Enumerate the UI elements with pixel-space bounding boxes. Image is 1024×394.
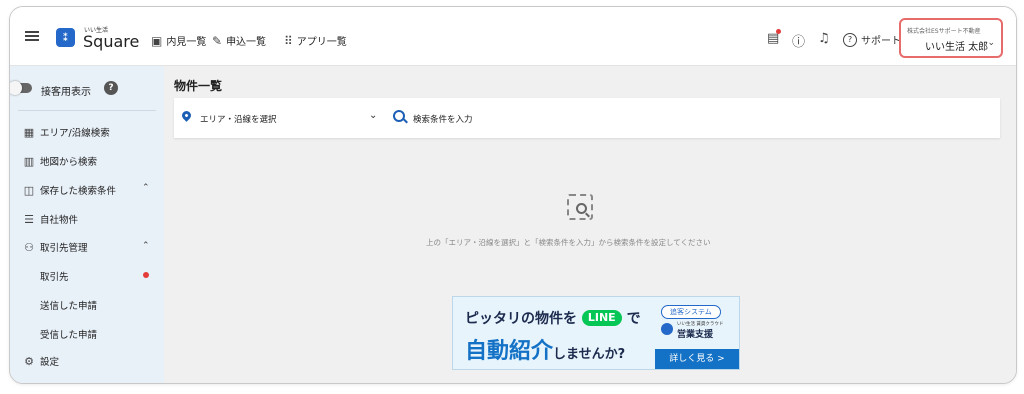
pen-icon: ✎ [212,33,223,48]
nav-label: 申込一覧 [226,37,267,48]
message-badge [776,29,781,34]
service-name: 営業支援 [677,330,714,340]
list-icon: ☰ [24,212,34,226]
user-name: いい生活 太郎 [925,42,989,53]
apps-grid-icon: ⠿ [284,33,293,48]
help-circle-icon: ? [843,32,857,47]
chevron-down-icon: ⌄ [987,38,995,48]
map-icon: ▥ [23,154,35,168]
chevron-down-icon[interactable]: ⌄ [369,110,377,121]
search-empty-icon [567,194,593,220]
search-conditions-input[interactable]: 検索条件を入力 [413,113,473,125]
service-logo-icon [661,323,673,335]
banner-line2-small: しませんか? [553,347,626,362]
people-icon: ⚇ [24,240,34,254]
location-pin-icon [180,109,193,122]
top-bar: ⁑ いい生活 Square ▣ 内見一覧 ✎ 申込一覧 ⠿ アプリ一覧 ▤ ⓘ … [10,7,1016,66]
sidebar-item-partner-management[interactable]: ⚇ 取引先管理 [23,240,88,255]
chevron-up-icon[interactable]: ⌃ [142,241,150,251]
help-icon[interactable]: ? [104,81,118,95]
sidebar: 接客用表示 ? ▦ エリア/沿線検索 ▥ 地図から検索 ◫ 保存した検索条件 ⌃… [10,66,164,383]
sidebar-item-label: 地図から検索 [40,157,98,168]
customer-view-label: 接客用表示 [41,87,91,98]
line-badge: LINE [581,310,622,326]
banner-line1-pre: ピッタリの物件を [465,311,577,327]
nav-label: 内見一覧 [166,37,207,48]
saved-search-icon: ◫ [23,183,35,197]
sidebar-subitem-sent-requests[interactable]: 送信した申請 [40,298,97,312]
app-window: ⁑ いい生活 Square ▣ 内見一覧 ✎ 申込一覧 ⠿ アプリ一覧 ▤ ⓘ … [9,6,1017,384]
search-icon [393,110,405,122]
sidebar-item-settings[interactable]: ⚙ 設定 [23,354,60,369]
info-icon[interactable]: ⓘ [792,31,805,50]
nav-label: アプリ一覧 [296,37,347,48]
bell-icon[interactable]: ♫ [818,31,830,46]
user-company: 株式会社ESサポート不動産 [907,28,981,35]
sidebar-subitem-received-requests[interactable]: 受信した申請 [40,327,97,341]
customer-view-toggle[interactable] [10,81,32,95]
banner-line1-post: で [626,311,641,327]
support-button[interactable]: ? サポート [843,32,901,47]
nav-app-list[interactable]: ⠿ アプリ一覧 [284,33,347,49]
search-bar: エリア・沿線を選択 ⌄ 検索条件を入力 [174,98,1000,138]
sidebar-item-label: 設定 [40,357,60,368]
empty-state-message: 上の「エリア・沿線を選択」と「検索条件を入力」から検索条件を設定してください [426,238,711,247]
area-select[interactable]: エリア・沿線を選択 [200,113,277,125]
sidebar-item-label: エリア/沿線検索 [40,128,110,139]
sidebar-item-area-search[interactable]: ▦ エリア/沿線検索 [23,125,110,140]
support-label: サポート [861,36,901,47]
logo-mark-icon: ⁑ [56,28,75,47]
logo-text: Square [83,32,140,51]
learn-more-button[interactable]: 詳しく見る > [655,349,739,369]
message-icon[interactable]: ▤ [767,29,781,46]
calendar-icon: ▣ [151,33,163,48]
nav-viewing-list[interactable]: ▣ 内見一覧 [151,33,207,49]
promo-banner[interactable]: ピッタリの物件を LINE で 自動紹介しませんか? 追客システム いい生活 賃… [452,296,740,370]
building-icon: ▦ [23,125,35,139]
nav-application-list[interactable]: ✎ 申込一覧 [212,33,267,49]
sidebar-divider [18,110,156,111]
sidebar-item-own-properties[interactable]: ☰ 自社物件 [23,212,79,227]
chevron-up-icon[interactable]: ⌃ [142,183,150,193]
sidebar-item-map-search[interactable]: ▥ 地図から検索 [23,154,98,169]
banner-headline: ピッタリの物件を LINE で [465,308,641,328]
sidebar-item-saved-search[interactable]: ◫ 保存した検索条件 [23,183,117,198]
main-content: 物件一覧 エリア・沿線を選択 ⌄ 検索条件を入力 上の「エリア・沿線を選択」と「… [164,66,1016,383]
user-menu[interactable]: 株式会社ESサポート不動産 いい生活 太郎 ⌄ [899,18,1003,58]
page-title: 物件一覧 [174,79,223,93]
sidebar-subitem-partners[interactable]: 取引先 [40,269,69,283]
sidebar-item-label: 保存した検索条件 [40,186,117,197]
banner-line2-big: 自動紹介 [465,339,554,364]
banner-subheadline: 自動紹介しませんか? [465,333,625,365]
notification-dot [143,272,149,278]
gear-icon: ⚙ [24,354,34,368]
sidebar-item-label: 自社物件 [40,215,79,226]
sidebar-item-label: 取引先管理 [40,243,88,254]
banner-tag: 追客システム [661,305,721,319]
menu-icon[interactable] [25,31,39,41]
